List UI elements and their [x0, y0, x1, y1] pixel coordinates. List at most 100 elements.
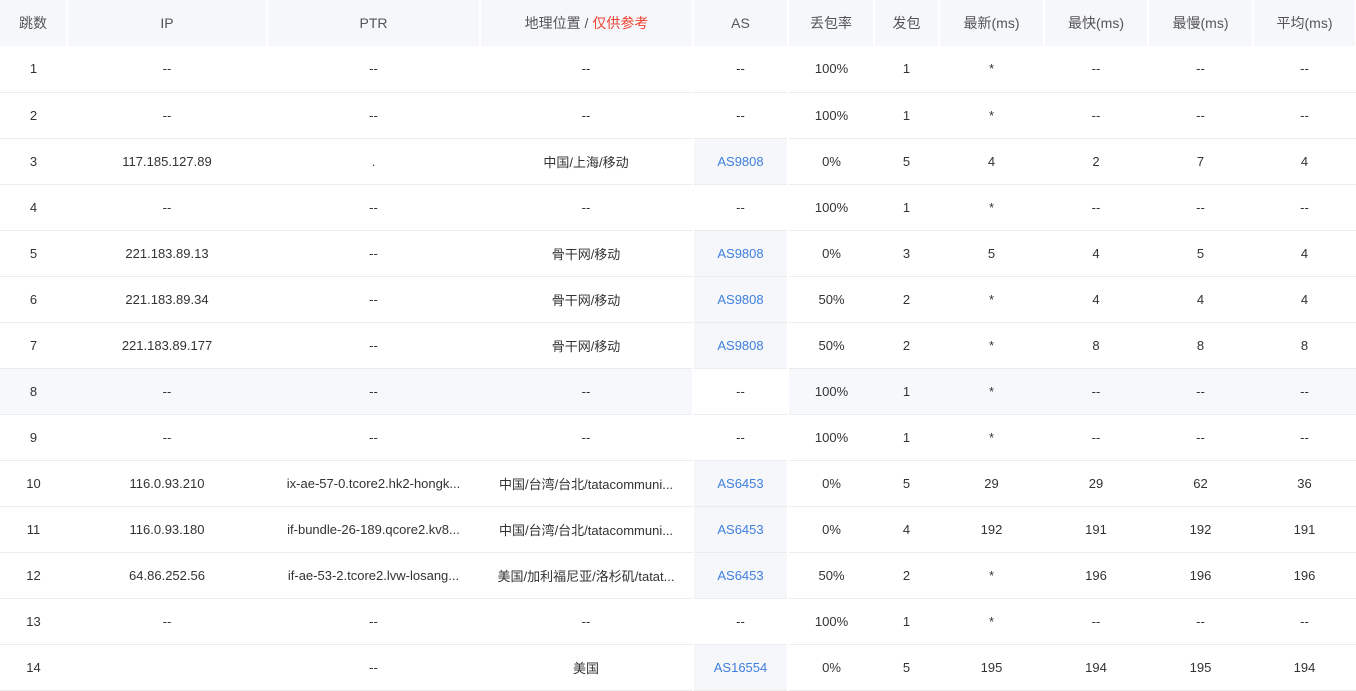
table-row: 10 116.0.93.210 ix-ae-57-0.tcore2.hk2-hong…: [0, 460, 1356, 507]
as-cell: --: [692, 92, 789, 139]
loss-cell: 100%: [788, 92, 874, 139]
loss-cell: 0%: [788, 506, 874, 553]
avg-latency-cell: 194: [1253, 644, 1356, 691]
hop-cell: 4: [0, 184, 67, 231]
last-latency-cell: *: [939, 276, 1044, 323]
avg-latency-cell: --: [1253, 184, 1356, 231]
sent-cell: 2: [874, 322, 939, 369]
sent-cell: 3: [874, 230, 939, 277]
hop-cell: 10: [0, 460, 67, 507]
ip-cell: --: [67, 184, 267, 231]
ip-cell: --: [67, 92, 267, 139]
as-link[interactable]: AS9808: [692, 276, 789, 323]
table-row: 3 117.185.127.89. 中国/上海/移动 AS9808 0% 5 4 2 7 4: [0, 138, 1356, 185]
table-body: 1 -- -- -- -- 100% 1 * -- -- -- 2 -- -- -- -- 100% 1 * -- --…: [0, 46, 1356, 691]
last-latency-cell: *: [939, 184, 1044, 231]
traceroute-table: 跳数 IP PTR 地理位置 / 仅供参考 AS 丢包率 发包 最新(ms) 最…: [0, 0, 1356, 691]
avg-latency-cell: 4: [1253, 138, 1356, 185]
worst-latency-cell: --: [1148, 92, 1253, 139]
hop-cell: 9: [0, 414, 67, 461]
avg-latency-cell: --: [1253, 46, 1356, 93]
table-row: 2 -- -- -- -- 100% 1 * -- -- --: [0, 92, 1356, 139]
best-latency-cell: --: [1044, 46, 1148, 93]
col-avg: 平均(ms): [1253, 0, 1356, 46]
sent-cell: 5: [874, 644, 939, 691]
geo-cell: --: [480, 92, 693, 139]
geo-cell: --: [480, 184, 693, 231]
last-latency-cell: *: [939, 46, 1044, 93]
as-link[interactable]: AS9808: [692, 138, 789, 185]
avg-latency-cell: 196: [1253, 552, 1356, 599]
loss-cell: 100%: [788, 414, 874, 461]
ptr-cell: .: [267, 138, 480, 185]
last-latency-cell: *: [939, 552, 1044, 599]
best-latency-cell: --: [1044, 598, 1148, 645]
last-latency-cell: *: [939, 598, 1044, 645]
sent-cell: 1: [874, 184, 939, 231]
table-row: 1 -- -- -- -- 100% 1 * -- -- --: [0, 46, 1356, 93]
ptr-cell: if-ae-53-2.tcore2.lvw-losang...: [267, 552, 480, 599]
avg-latency-cell: 191: [1253, 506, 1356, 553]
table-row: 11 116.0.93.180 if-bundle-26-189.qcore2.kv…: [0, 506, 1356, 553]
loss-cell: 100%: [788, 368, 874, 415]
hop-cell: 11: [0, 506, 67, 553]
worst-latency-cell: 4: [1148, 276, 1253, 323]
avg-latency-cell: --: [1253, 368, 1356, 415]
avg-latency-cell: 4: [1253, 230, 1356, 277]
avg-latency-cell: --: [1253, 598, 1356, 645]
geo-cell: 骨干网/移动: [480, 276, 693, 323]
as-link[interactable]: AS6453: [692, 552, 789, 599]
hop-cell: 5: [0, 230, 67, 277]
as-link[interactable]: AS16554: [692, 644, 789, 691]
avg-latency-cell: 36: [1253, 460, 1356, 507]
hop-cell: 14: [0, 644, 67, 691]
ip-cell: --: [67, 414, 267, 461]
ptr-cell: --: [267, 414, 480, 461]
avg-latency-cell: --: [1253, 92, 1356, 139]
hop-cell: 12: [0, 552, 67, 599]
worst-latency-cell: 196: [1148, 552, 1253, 599]
worst-latency-cell: --: [1148, 598, 1253, 645]
table-row: 9 -- -- -- -- 100% 1 * -- -- --: [0, 414, 1356, 461]
col-last: 最新(ms): [939, 0, 1045, 46]
worst-latency-cell: --: [1148, 46, 1253, 93]
best-latency-cell: 4: [1044, 230, 1148, 277]
loss-cell: 0%: [788, 138, 874, 185]
loss-cell: 0%: [788, 230, 874, 277]
col-geo: 地理位置 / 仅供参考: [480, 0, 694, 46]
as-cell: --: [692, 46, 789, 93]
col-ptr: PTR: [267, 0, 481, 46]
hop-cell: 3: [0, 138, 67, 185]
last-latency-cell: 192: [939, 506, 1044, 553]
as-link[interactable]: AS9808: [692, 230, 789, 277]
hop-cell: 1: [0, 46, 67, 93]
col-best: 最快(ms): [1044, 0, 1149, 46]
geo-cell: 美国/加利福尼亚/洛杉矶/tatat...: [480, 552, 693, 599]
as-link[interactable]: AS9808: [692, 322, 789, 369]
geo-cell: 中国/上海/移动: [480, 138, 693, 185]
hop-cell: 2: [0, 92, 67, 139]
sent-cell: 5: [874, 138, 939, 185]
sent-cell: 2: [874, 552, 939, 599]
best-latency-cell: --: [1044, 414, 1148, 461]
worst-latency-cell: 62: [1148, 460, 1253, 507]
ip-cell: 116.0.93.210: [67, 460, 267, 507]
sent-cell: 4: [874, 506, 939, 553]
best-latency-cell: --: [1044, 184, 1148, 231]
as-link[interactable]: AS6453: [692, 460, 789, 507]
ptr-cell: --: [267, 644, 480, 691]
best-latency-cell: 8: [1044, 322, 1148, 369]
col-loss: 丢包率: [788, 0, 875, 46]
as-link[interactable]: AS6453: [692, 506, 789, 553]
table-header: 跳数 IP PTR 地理位置 / 仅供参考 AS 丢包率 发包 最新(ms) 最…: [0, 0, 1356, 46]
best-latency-cell: --: [1044, 92, 1148, 139]
best-latency-cell: --: [1044, 368, 1148, 415]
worst-latency-cell: 195: [1148, 644, 1253, 691]
table-row: 7 221.183.89.177 -- 骨干网/移动 AS9808 50% 2 * 8 8 8: [0, 322, 1356, 369]
loss-cell: 100%: [788, 184, 874, 231]
sent-cell: 1: [874, 598, 939, 645]
table-row: 4 -- -- -- -- 100% 1 * -- -- --: [0, 184, 1356, 231]
ptr-cell: --: [267, 92, 480, 139]
as-cell: --: [692, 184, 789, 231]
ip-cell: 117.185.127.89: [67, 138, 267, 185]
